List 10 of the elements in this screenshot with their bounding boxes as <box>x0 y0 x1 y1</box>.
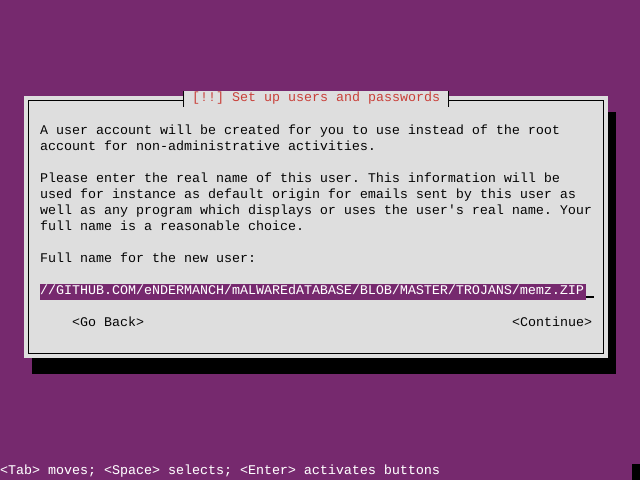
console-cursor <box>632 464 640 480</box>
status-bar-text: <Tab> moves; <Space> selects; <Enter> activates buttons <box>0 464 440 480</box>
description-text: A user account will be created for you to use instead of the root account for non-administrative activities. <box>40 124 561 156</box>
description-text: Please enter the real name of this user. This information will be used for instance as default origin for emails sent by this user as well as any program which displays or uses the user's real name. Your full name is a reasonable choice. <box>40 172 593 236</box>
field-label: Full name for the new user: <box>40 252 257 268</box>
dialog-title: [!!] Set up users and passwords <box>183 91 449 107</box>
go-back-button[interactable]: <Go Back> <box>72 316 144 332</box>
continue-button[interactable]: <Continue> <box>512 316 592 332</box>
full-name-field[interactable]: //GITHUB.COM/eNDERMANCH/mALWAREdATABASE/BLOB/MASTER/TROJANS/memz.ZIP <box>40 284 586 300</box>
text-cursor <box>586 296 594 298</box>
